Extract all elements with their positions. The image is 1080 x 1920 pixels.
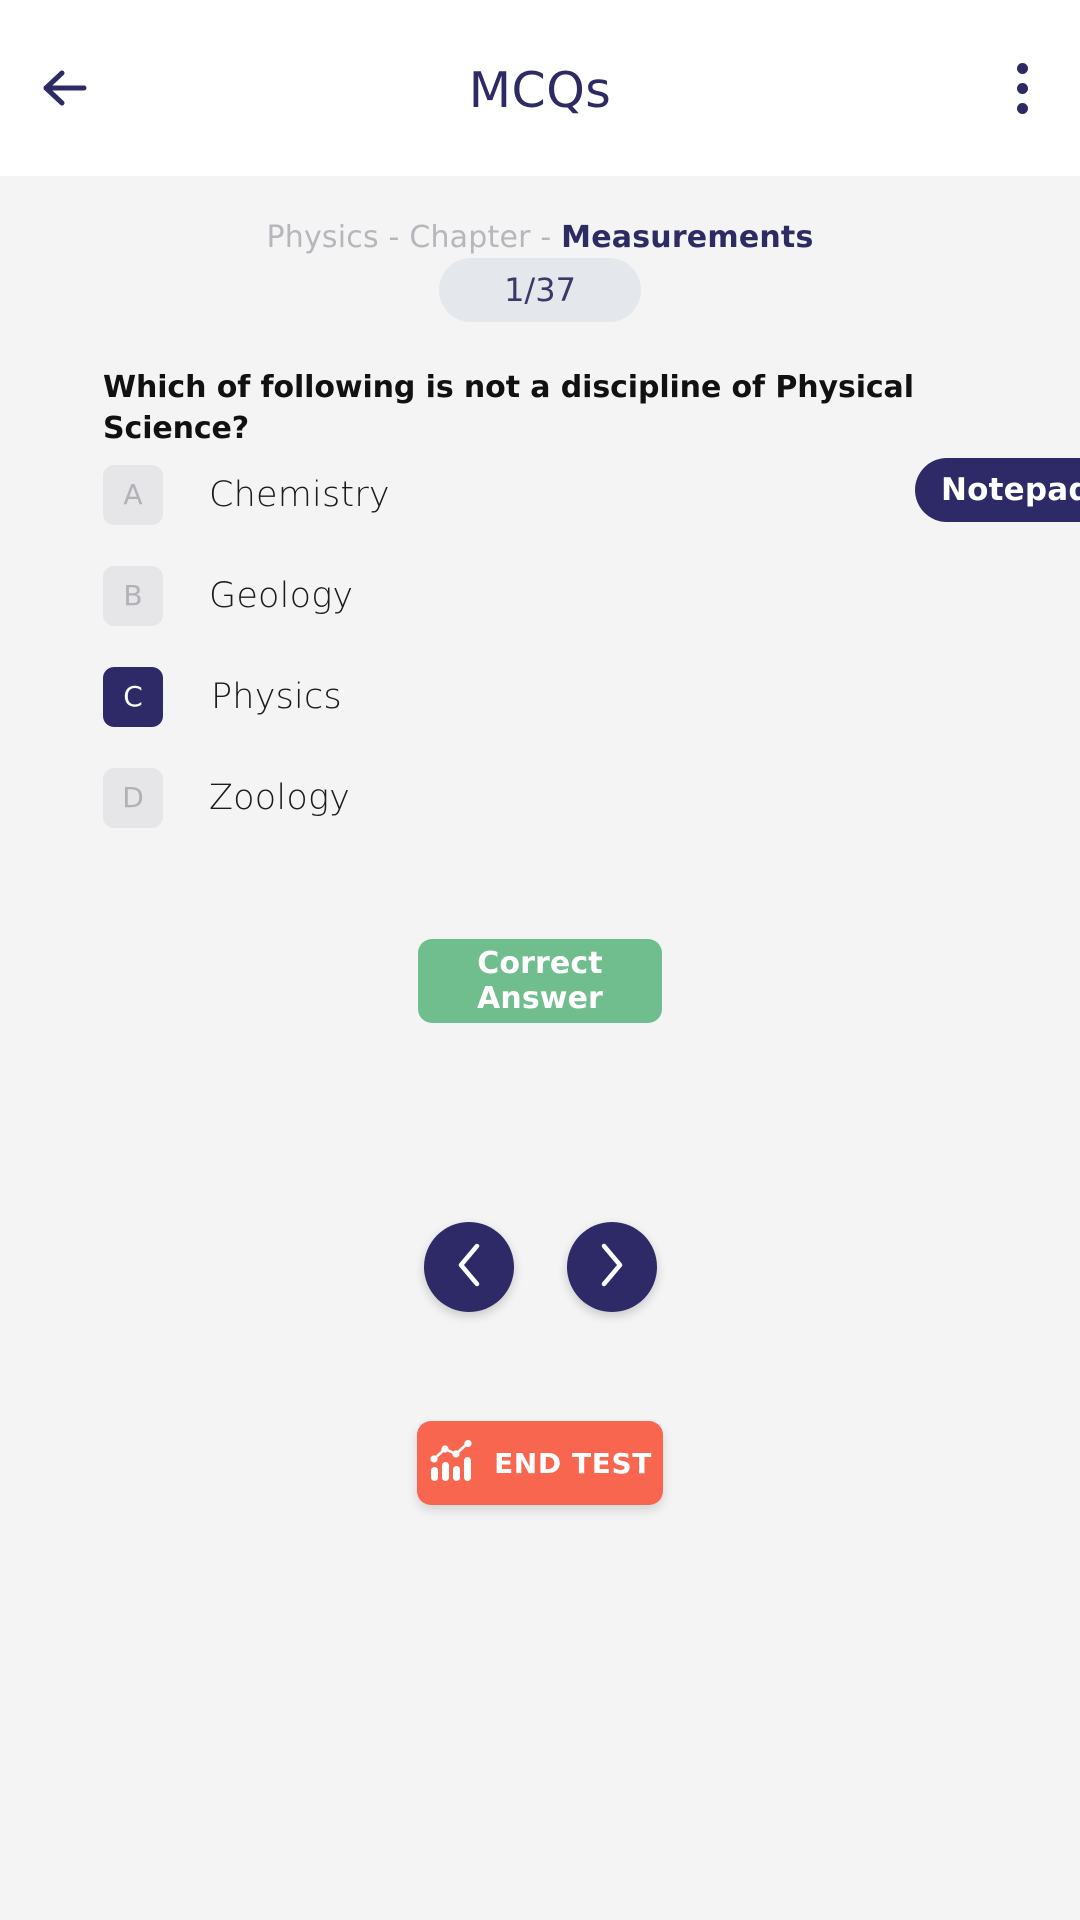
option-row-a[interactable]: A Chemistry — [103, 444, 983, 545]
chevron-left-icon — [452, 1242, 486, 1293]
end-test-label: END TEST — [494, 1446, 652, 1480]
quiz-content: Physics - Chapter - Measurements Notepad… — [0, 176, 1080, 1920]
option-row-d[interactable]: D Zoology — [103, 747, 983, 848]
previous-question-button[interactable] — [423, 1222, 514, 1312]
question-navigation — [0, 1222, 1080, 1312]
option-badge-c: C — [103, 666, 163, 727]
question-counter-value: 1/37 — [504, 271, 576, 309]
breadcrumb: Physics - Chapter - Measurements — [0, 220, 1080, 255]
option-label-c: Physics — [211, 676, 342, 717]
option-label-b: Geology — [209, 575, 354, 616]
overflow-menu-button[interactable] — [986, 52, 1058, 124]
breadcrumb-separator-2: - — [530, 220, 562, 255]
option-label-d: Zoology — [209, 777, 351, 818]
option-badge-a: A — [103, 464, 163, 525]
chevron-right-icon — [595, 1242, 629, 1293]
app-bar: MCQs — [0, 0, 1080, 176]
option-row-b[interactable]: B Geology — [103, 545, 983, 646]
more-vertical-icon — [1016, 62, 1028, 114]
question-text: Which of following is not a discipline o… — [103, 370, 914, 446]
correct-answer-button[interactable]: Correct Answer — [418, 939, 662, 1023]
options-list: A Chemistry B Geology C Physics D Zoolog… — [103, 444, 983, 848]
breadcrumb-separator-1: - — [378, 220, 410, 255]
question-counter: 1/37 — [439, 258, 641, 322]
next-question-button[interactable] — [566, 1222, 657, 1312]
page-title: MCQs — [468, 62, 612, 119]
option-badge-b: B — [103, 565, 163, 626]
option-row-c[interactable]: C Physics — [103, 646, 983, 747]
option-badge-d: D — [103, 767, 163, 828]
end-test-button[interactable]: END TEST — [417, 1421, 663, 1505]
bar-chart-icon — [428, 1439, 474, 1487]
correct-answer-label: Correct Answer — [477, 946, 603, 1016]
breadcrumb-chapter-name: Measurements — [561, 220, 814, 255]
breadcrumb-chapter-word: Chapter — [409, 220, 531, 255]
option-label-a: Chemistry — [209, 474, 390, 515]
breadcrumb-subject: Physics — [266, 220, 379, 255]
